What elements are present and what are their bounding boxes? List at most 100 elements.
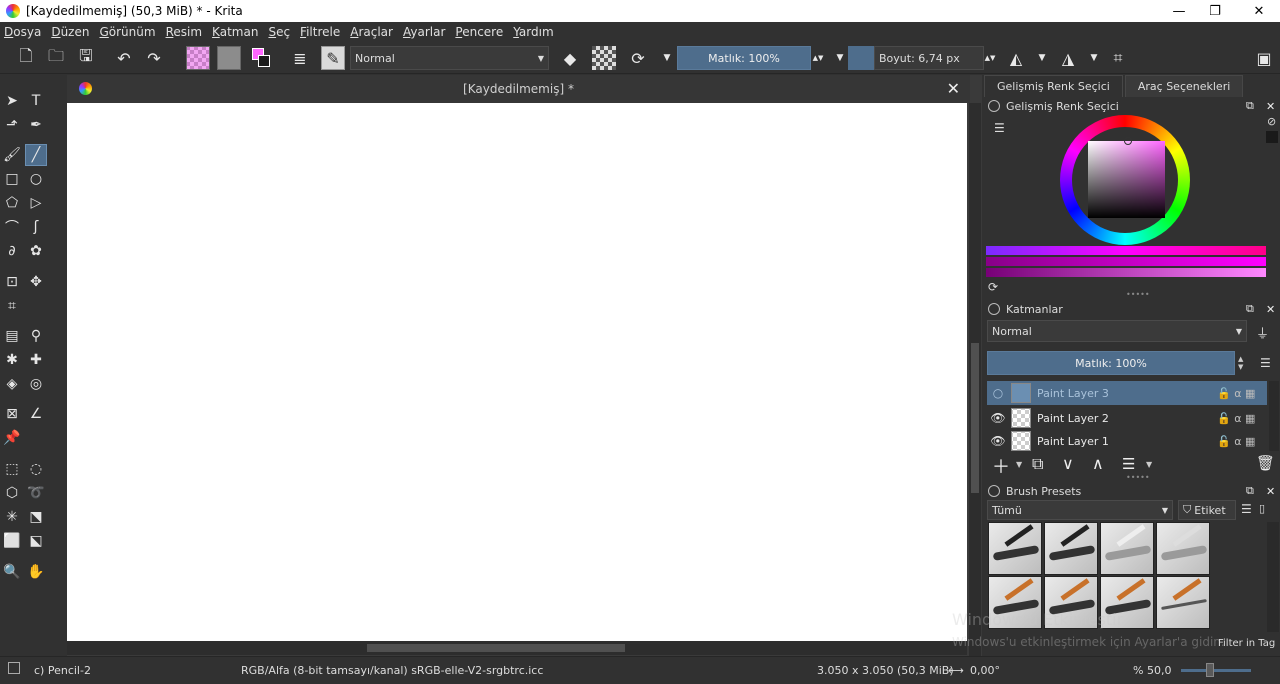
tab-advanced-color-selector[interactable]: Gelişmiş Renk Seçici [984, 75, 1123, 97]
undo-icon[interactable]: ↶ [112, 46, 136, 70]
select-shapes-icon[interactable]: ➤ [1, 90, 23, 112]
refresh-icon[interactable]: ⟳ [988, 280, 998, 294]
edit-shapes-icon[interactable]: ⬏ [1, 114, 23, 136]
brush-preset-item[interactable] [1100, 522, 1154, 575]
brush-view-icon[interactable]: ▯ [1259, 502, 1265, 515]
enclose-fill-icon[interactable]: ◎ [25, 373, 47, 395]
menu-select[interactable]: Seç [268, 25, 290, 39]
opacity-spinner[interactable]: ▲▼ [812, 46, 824, 70]
text-tool-icon[interactable]: T [25, 90, 47, 112]
layer-lock-icon[interactable]: 🔓 α ▦ [1217, 435, 1267, 448]
menu-window[interactable]: Pencere [455, 25, 503, 39]
menu-settings[interactable]: Ayarlar [403, 25, 445, 39]
add-layer-icon[interactable]: ＋ [992, 453, 1010, 479]
menu-file[interactable]: Dosya [4, 25, 41, 39]
layer-row[interactable]: ○ Paint Layer 3 🔓 α ▦ [987, 381, 1267, 405]
polygonal-select-icon[interactable]: ⬡ [1, 482, 23, 504]
no-color-icon[interactable]: ⊘ [1267, 115, 1276, 128]
delete-layer-icon[interactable]: 🗑 [1256, 454, 1275, 472]
alpha-lock-icon[interactable] [592, 46, 616, 70]
close-window-button[interactable]: ✕ [1236, 0, 1280, 22]
brush-preset-item[interactable] [1044, 522, 1098, 575]
menu-view[interactable]: Görünüm [99, 25, 155, 39]
contiguous-select-icon[interactable]: ✳ [1, 506, 23, 528]
float-icon[interactable]: ⧉ [1246, 302, 1254, 316]
tab-tool-options[interactable]: Araç Seçenekleri [1124, 75, 1244, 97]
float-icon[interactable]: ⧉ [1246, 99, 1254, 113]
zoom-slider[interactable] [1181, 669, 1251, 672]
tag-button[interactable]: ⛉ Etiket [1178, 500, 1236, 520]
opacity-slider[interactable]: Matlık: 100% [677, 46, 811, 70]
scrollbar-thumb[interactable] [367, 644, 625, 652]
measure-tool-icon[interactable]: ∠ [25, 403, 47, 425]
document-tab[interactable]: [Kaydedilmemiş] * ✕ [67, 75, 970, 103]
brush-menu-icon[interactable]: ☰ [1241, 502, 1252, 516]
close-icon[interactable]: ✕ [1266, 100, 1275, 113]
layer-lock-icon[interactable]: 🔓 α ▦ [1217, 387, 1267, 400]
saturation-slider[interactable] [986, 257, 1266, 266]
freehand-select-icon[interactable]: ➰ [25, 482, 47, 504]
redo-icon[interactable]: ↷ [142, 46, 166, 70]
color-picker-icon[interactable]: ⚲ [25, 325, 47, 347]
layer-row[interactable]: 👁 Paint Layer 1 🔓 α ▦ [987, 431, 1267, 451]
saturation-value-square[interactable] [1088, 137, 1165, 218]
dynamic-brush-icon[interactable]: ∂ [1, 240, 23, 262]
reference-images-icon[interactable]: 📌 [1, 427, 23, 449]
layer-lock-icon[interactable]: 🔓 α ▦ [1217, 412, 1267, 425]
splitter-handle[interactable]: ••••• [1126, 473, 1150, 482]
pattern-icon[interactable] [217, 46, 241, 70]
polygon-tool-icon[interactable]: ⬠ [1, 192, 23, 214]
blend-mode-select[interactable]: Normal ▼ [350, 46, 549, 70]
menu-filter[interactable]: Filtrele [300, 25, 340, 39]
rectangular-select-icon[interactable]: ⬚ [1, 458, 23, 480]
brush-preset-item[interactable] [988, 522, 1042, 575]
menu-image[interactable]: Resim [166, 25, 202, 39]
ellipse-tool-icon[interactable]: ○ [25, 168, 47, 190]
wrap-around-icon[interactable]: ⌗ [1106, 46, 1130, 70]
opacity-spinner[interactable]: ▲▼ [1238, 355, 1243, 371]
menu-layer[interactable]: Katman [212, 25, 258, 39]
drawing-canvas[interactable] [67, 103, 967, 641]
save-icon[interactable]: 🖫 [74, 46, 98, 70]
magnetic-select-icon[interactable]: ⬕ [25, 530, 47, 552]
new-document-icon[interactable]: 🗋 [14, 46, 38, 70]
color-menu-icon[interactable]: ☰ [994, 121, 1005, 135]
vertical-scrollbar[interactable] [969, 103, 981, 656]
pan-tool-icon[interactable]: ✋ [25, 561, 47, 583]
color-swap-icon[interactable] [250, 46, 274, 70]
close-document-icon[interactable]: ✕ [947, 79, 960, 98]
zoom-slider-handle[interactable] [1206, 663, 1214, 677]
zoom-value[interactable]: % 50,0 [1133, 664, 1171, 677]
maximize-button[interactable]: ❐ [1192, 0, 1238, 22]
menu-tools[interactable]: Araçlar [350, 25, 393, 39]
chevron-down-icon[interactable]: ▼ [655, 46, 679, 70]
similar-color-select-icon[interactable]: ⬔ [25, 506, 47, 528]
close-icon[interactable]: ✕ [1266, 303, 1275, 316]
layer-opacity-slider[interactable]: Matlık: 100% [987, 351, 1235, 375]
calligraphy-icon[interactable]: ✒ [25, 114, 47, 136]
gradient-pattern-icon[interactable] [186, 46, 210, 70]
layer-menu-icon[interactable]: ☰ [1260, 356, 1271, 370]
chevron-down-icon[interactable]: ▼ [1016, 460, 1022, 469]
reload-icon[interactable]: ⟳ [626, 46, 650, 70]
value-slider[interactable] [986, 268, 1266, 277]
chevron-down-icon[interactable]: ▼ [1082, 46, 1106, 70]
layers-scrollbar[interactable] [1269, 381, 1279, 451]
smart-patch-icon[interactable]: ✚ [25, 349, 47, 371]
crop-tool-icon[interactable]: ⌗ [1, 295, 23, 317]
freehand-brush-icon[interactable]: 🖌 [1, 144, 23, 166]
canvas-only-icon[interactable]: ▣ [1252, 46, 1276, 70]
brush-preset-item[interactable] [1156, 522, 1210, 575]
splitter-handle[interactable]: ••••• [1126, 290, 1150, 299]
menu-help[interactable]: Yardım [513, 25, 553, 39]
layer-properties-icon[interactable]: ☰ [1122, 455, 1135, 473]
open-folder-icon[interactable]: 🗀 [44, 46, 68, 70]
fill-tool-icon[interactable]: ◈ [1, 373, 23, 395]
mirror-horizontal-icon[interactable]: ◭ [1004, 46, 1028, 70]
brush-preset-icon[interactable]: ✎ [321, 46, 345, 70]
brush-settings-icon[interactable]: ≣ [288, 46, 312, 70]
brush-scrollbar[interactable] [1267, 522, 1279, 632]
eye-icon[interactable]: 👁 [987, 434, 1009, 448]
colorize-mask-icon[interactable]: ✱ [1, 349, 23, 371]
horizontal-scrollbar[interactable] [67, 641, 967, 655]
